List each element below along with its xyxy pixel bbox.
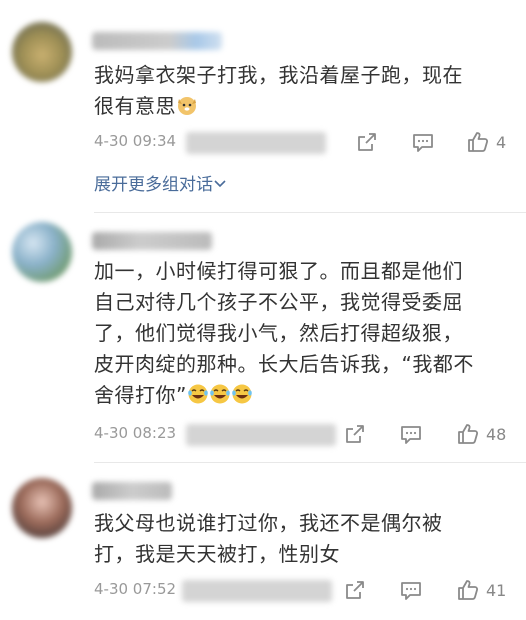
like-count: 48 [486, 424, 507, 444]
comment-meta: 4-30 08:23 48 [94, 420, 514, 450]
share-button[interactable] [344, 420, 366, 448]
comment-icon [401, 582, 421, 600]
location-blurred [182, 580, 332, 602]
timestamp: 4-30 08:23 [94, 424, 177, 442]
dog-face-emoji [176, 94, 198, 116]
comment-button[interactable] [412, 128, 434, 156]
thumbs-up-icon [468, 132, 489, 152]
share-button[interactable] [344, 576, 366, 604]
timestamp: 4-30 09:34 [94, 132, 177, 150]
comment-meta: 4-30 07:52 41 [94, 576, 514, 606]
location-blurred [186, 132, 326, 154]
username-blurred[interactable] [92, 32, 222, 50]
comment-icon [413, 134, 433, 152]
share-icon [358, 133, 376, 151]
like-button[interactable]: 4 [466, 128, 506, 156]
divider [94, 212, 526, 213]
divider [94, 462, 526, 463]
expand-more-conversations-link[interactable]: 展开更多组对话 [94, 170, 227, 195]
comment-button[interactable] [400, 576, 422, 604]
like-count: 41 [486, 580, 507, 600]
location-blurred [186, 424, 336, 446]
timestamp: 4-30 07:52 [94, 580, 177, 598]
comment-icon [401, 426, 421, 444]
share-icon [346, 581, 364, 599]
avatar[interactable] [12, 478, 72, 538]
comment-text: 我父母也说谁打过你，我还不是偶尔被 打，我是天天被打，性别女 [94, 511, 443, 566]
like-count: 4 [496, 132, 507, 152]
like-button[interactable]: 48 [456, 420, 506, 448]
avatar[interactable] [12, 22, 72, 82]
username-blurred[interactable] [92, 482, 172, 500]
avatar[interactable] [12, 222, 72, 282]
comment-text: 我妈拿衣架子打我，我沿着屋子跑，现在 很有意思 [94, 63, 463, 118]
comment-text: 加一，小时候打得可狠了。而且都是他们 自己对待几个孩子不公平，我觉得受委屈 了，… [94, 259, 474, 407]
like-button[interactable]: 41 [456, 576, 506, 604]
chevron-down-icon [213, 175, 227, 195]
laughing-tears-emoji [187, 383, 253, 407]
username-blurred[interactable] [92, 232, 212, 250]
share-button[interactable] [356, 128, 378, 156]
share-icon [346, 425, 364, 443]
comment-button[interactable] [400, 420, 422, 448]
thumbs-up-icon [458, 424, 479, 444]
thumbs-up-icon [458, 580, 479, 600]
comment-meta: 4-30 09:34 4 [94, 128, 514, 158]
